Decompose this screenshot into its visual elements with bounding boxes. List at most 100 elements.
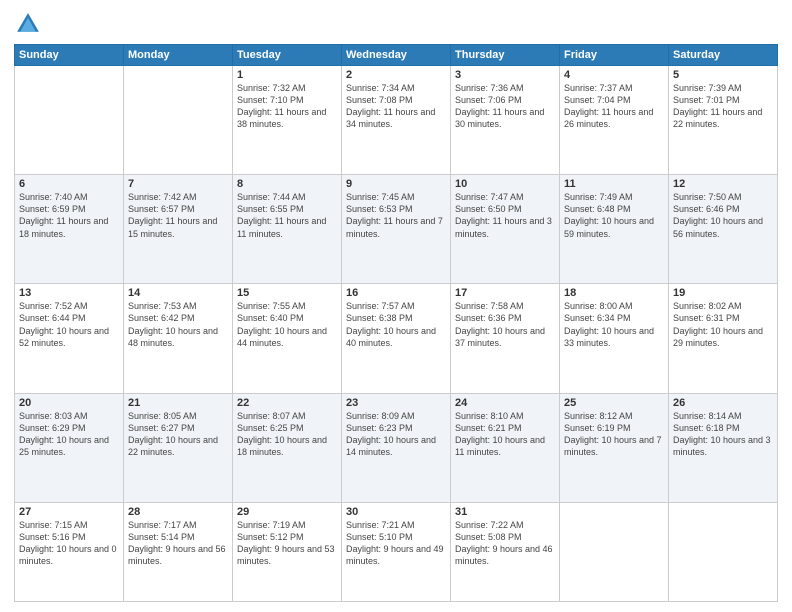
day-number: 9 <box>346 178 446 190</box>
day-info: Sunrise: 7:47 AM Sunset: 6:50 PM Dayligh… <box>455 191 555 240</box>
day-info: Sunrise: 8:00 AM Sunset: 6:34 PM Dayligh… <box>564 300 664 349</box>
calendar-cell: 14Sunrise: 7:53 AM Sunset: 6:42 PM Dayli… <box>124 284 233 393</box>
day-number: 2 <box>346 69 446 81</box>
calendar-cell: 29Sunrise: 7:19 AM Sunset: 5:12 PM Dayli… <box>233 502 342 601</box>
day-number: 28 <box>128 506 228 518</box>
day-info: Sunrise: 7:17 AM Sunset: 5:14 PM Dayligh… <box>128 519 228 568</box>
day-number: 19 <box>673 287 773 299</box>
day-info: Sunrise: 7:58 AM Sunset: 6:36 PM Dayligh… <box>455 300 555 349</box>
day-info: Sunrise: 7:19 AM Sunset: 5:12 PM Dayligh… <box>237 519 337 568</box>
day-info: Sunrise: 7:32 AM Sunset: 7:10 PM Dayligh… <box>237 82 337 131</box>
weekday-header-row: SundayMondayTuesdayWednesdayThursdayFrid… <box>15 45 778 66</box>
weekday-header-saturday: Saturday <box>669 45 778 66</box>
day-number: 25 <box>564 397 664 409</box>
day-number: 13 <box>19 287 119 299</box>
week-row-5: 27Sunrise: 7:15 AM Sunset: 5:16 PM Dayli… <box>15 502 778 601</box>
day-number: 7 <box>128 178 228 190</box>
calendar-cell: 2Sunrise: 7:34 AM Sunset: 7:08 PM Daylig… <box>342 66 451 175</box>
calendar-cell: 30Sunrise: 7:21 AM Sunset: 5:10 PM Dayli… <box>342 502 451 601</box>
calendar-cell <box>124 66 233 175</box>
week-row-2: 6Sunrise: 7:40 AM Sunset: 6:59 PM Daylig… <box>15 175 778 284</box>
calendar-cell: 6Sunrise: 7:40 AM Sunset: 6:59 PM Daylig… <box>15 175 124 284</box>
day-info: Sunrise: 7:15 AM Sunset: 5:16 PM Dayligh… <box>19 519 119 568</box>
week-row-4: 20Sunrise: 8:03 AM Sunset: 6:29 PM Dayli… <box>15 393 778 502</box>
calendar-cell <box>669 502 778 601</box>
calendar-table: SundayMondayTuesdayWednesdayThursdayFrid… <box>14 44 778 602</box>
week-row-1: 1Sunrise: 7:32 AM Sunset: 7:10 PM Daylig… <box>15 66 778 175</box>
weekday-header-monday: Monday <box>124 45 233 66</box>
calendar-cell: 24Sunrise: 8:10 AM Sunset: 6:21 PM Dayli… <box>451 393 560 502</box>
day-info: Sunrise: 7:50 AM Sunset: 6:46 PM Dayligh… <box>673 191 773 240</box>
day-info: Sunrise: 7:53 AM Sunset: 6:42 PM Dayligh… <box>128 300 228 349</box>
calendar-cell: 4Sunrise: 7:37 AM Sunset: 7:04 PM Daylig… <box>560 66 669 175</box>
day-number: 20 <box>19 397 119 409</box>
calendar-cell: 21Sunrise: 8:05 AM Sunset: 6:27 PM Dayli… <box>124 393 233 502</box>
calendar-cell: 23Sunrise: 8:09 AM Sunset: 6:23 PM Dayli… <box>342 393 451 502</box>
day-number: 16 <box>346 287 446 299</box>
day-info: Sunrise: 7:39 AM Sunset: 7:01 PM Dayligh… <box>673 82 773 131</box>
calendar-cell: 27Sunrise: 7:15 AM Sunset: 5:16 PM Dayli… <box>15 502 124 601</box>
day-number: 27 <box>19 506 119 518</box>
day-number: 23 <box>346 397 446 409</box>
day-number: 10 <box>455 178 555 190</box>
day-number: 15 <box>237 287 337 299</box>
calendar-cell: 26Sunrise: 8:14 AM Sunset: 6:18 PM Dayli… <box>669 393 778 502</box>
day-info: Sunrise: 8:02 AM Sunset: 6:31 PM Dayligh… <box>673 300 773 349</box>
day-number: 21 <box>128 397 228 409</box>
calendar-cell: 31Sunrise: 7:22 AM Sunset: 5:08 PM Dayli… <box>451 502 560 601</box>
day-info: Sunrise: 8:14 AM Sunset: 6:18 PM Dayligh… <box>673 410 773 459</box>
day-info: Sunrise: 8:10 AM Sunset: 6:21 PM Dayligh… <box>455 410 555 459</box>
day-number: 22 <box>237 397 337 409</box>
weekday-header-sunday: Sunday <box>15 45 124 66</box>
calendar-cell: 18Sunrise: 8:00 AM Sunset: 6:34 PM Dayli… <box>560 284 669 393</box>
day-info: Sunrise: 8:12 AM Sunset: 6:19 PM Dayligh… <box>564 410 664 459</box>
day-info: Sunrise: 7:52 AM Sunset: 6:44 PM Dayligh… <box>19 300 119 349</box>
day-number: 14 <box>128 287 228 299</box>
day-number: 29 <box>237 506 337 518</box>
logo <box>14 10 46 38</box>
day-info: Sunrise: 7:57 AM Sunset: 6:38 PM Dayligh… <box>346 300 446 349</box>
calendar-cell: 28Sunrise: 7:17 AM Sunset: 5:14 PM Dayli… <box>124 502 233 601</box>
weekday-header-thursday: Thursday <box>451 45 560 66</box>
day-number: 6 <box>19 178 119 190</box>
day-number: 4 <box>564 69 664 81</box>
logo-icon <box>14 10 42 38</box>
day-number: 31 <box>455 506 555 518</box>
calendar-cell: 1Sunrise: 7:32 AM Sunset: 7:10 PM Daylig… <box>233 66 342 175</box>
day-info: Sunrise: 7:36 AM Sunset: 7:06 PM Dayligh… <box>455 82 555 131</box>
calendar-cell: 17Sunrise: 7:58 AM Sunset: 6:36 PM Dayli… <box>451 284 560 393</box>
day-number: 1 <box>237 69 337 81</box>
calendar-cell: 25Sunrise: 8:12 AM Sunset: 6:19 PM Dayli… <box>560 393 669 502</box>
day-number: 18 <box>564 287 664 299</box>
day-number: 8 <box>237 178 337 190</box>
calendar-cell: 5Sunrise: 7:39 AM Sunset: 7:01 PM Daylig… <box>669 66 778 175</box>
day-info: Sunrise: 7:44 AM Sunset: 6:55 PM Dayligh… <box>237 191 337 240</box>
calendar-cell: 15Sunrise: 7:55 AM Sunset: 6:40 PM Dayli… <box>233 284 342 393</box>
calendar-cell: 16Sunrise: 7:57 AM Sunset: 6:38 PM Dayli… <box>342 284 451 393</box>
day-number: 30 <box>346 506 446 518</box>
calendar-cell <box>15 66 124 175</box>
day-info: Sunrise: 7:40 AM Sunset: 6:59 PM Dayligh… <box>19 191 119 240</box>
day-number: 12 <box>673 178 773 190</box>
day-number: 11 <box>564 178 664 190</box>
day-info: Sunrise: 8:07 AM Sunset: 6:25 PM Dayligh… <box>237 410 337 459</box>
calendar-cell: 9Sunrise: 7:45 AM Sunset: 6:53 PM Daylig… <box>342 175 451 284</box>
day-info: Sunrise: 8:05 AM Sunset: 6:27 PM Dayligh… <box>128 410 228 459</box>
calendar-cell: 22Sunrise: 8:07 AM Sunset: 6:25 PM Dayli… <box>233 393 342 502</box>
day-info: Sunrise: 7:42 AM Sunset: 6:57 PM Dayligh… <box>128 191 228 240</box>
calendar-cell: 11Sunrise: 7:49 AM Sunset: 6:48 PM Dayli… <box>560 175 669 284</box>
day-number: 5 <box>673 69 773 81</box>
day-info: Sunrise: 7:21 AM Sunset: 5:10 PM Dayligh… <box>346 519 446 568</box>
calendar-cell: 12Sunrise: 7:50 AM Sunset: 6:46 PM Dayli… <box>669 175 778 284</box>
calendar-cell: 3Sunrise: 7:36 AM Sunset: 7:06 PM Daylig… <box>451 66 560 175</box>
day-info: Sunrise: 8:03 AM Sunset: 6:29 PM Dayligh… <box>19 410 119 459</box>
weekday-header-friday: Friday <box>560 45 669 66</box>
weekday-header-tuesday: Tuesday <box>233 45 342 66</box>
weekday-header-wednesday: Wednesday <box>342 45 451 66</box>
day-number: 3 <box>455 69 555 81</box>
page: SundayMondayTuesdayWednesdayThursdayFrid… <box>0 0 792 612</box>
day-info: Sunrise: 7:49 AM Sunset: 6:48 PM Dayligh… <box>564 191 664 240</box>
calendar-cell: 13Sunrise: 7:52 AM Sunset: 6:44 PM Dayli… <box>15 284 124 393</box>
day-number: 17 <box>455 287 555 299</box>
day-info: Sunrise: 7:55 AM Sunset: 6:40 PM Dayligh… <box>237 300 337 349</box>
